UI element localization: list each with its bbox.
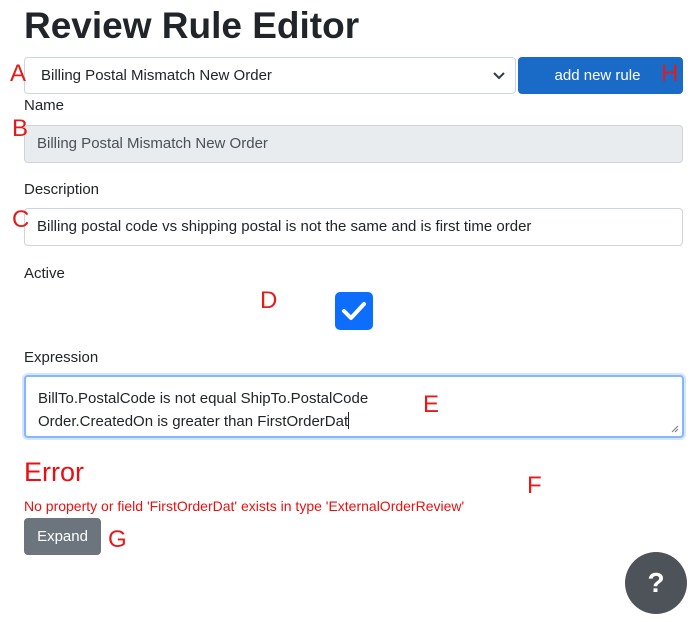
annotation-marker-g: G bbox=[108, 526, 127, 553]
rule-select[interactable]: Billing Postal Mismatch New Order bbox=[24, 57, 516, 94]
annotation-marker-d: D bbox=[260, 287, 278, 314]
annotation-marker-b: B bbox=[12, 115, 29, 142]
error-title: Error bbox=[24, 457, 84, 487]
expression-line: BillTo.PostalCode is not equal ShipTo.Po… bbox=[38, 390, 369, 407]
checkmark-icon bbox=[342, 302, 366, 320]
page-title: Review Rule Editor bbox=[24, 5, 360, 46]
annotation-marker-a: A bbox=[10, 60, 27, 87]
description-label: Description bbox=[24, 181, 100, 198]
error-message: No property or field 'FirstOrderDat' exi… bbox=[24, 498, 465, 514]
annotation-marker-f: F bbox=[527, 472, 542, 499]
active-checkbox[interactable] bbox=[335, 292, 373, 330]
annotation-marker-c: C bbox=[12, 206, 30, 233]
help-button[interactable]: ? bbox=[625, 552, 687, 614]
active-label: Active bbox=[24, 265, 65, 282]
add-new-rule-button[interactable]: add new rule bbox=[518, 57, 683, 94]
chevron-down-icon bbox=[493, 72, 505, 80]
description-field[interactable]: Billing postal code vs shipping postal i… bbox=[24, 208, 683, 246]
expression-textarea[interactable]: BillTo.PostalCode is not equal ShipTo.Po… bbox=[24, 375, 684, 438]
expression-line: Order.CreatedOn is greater than FirstOrd… bbox=[38, 413, 349, 430]
text-caret bbox=[348, 412, 350, 429]
expand-button[interactable]: Expand bbox=[24, 518, 101, 555]
annotation-marker-h: H bbox=[661, 60, 679, 87]
name-label: Name bbox=[24, 97, 65, 114]
rule-select-value: Billing Postal Mismatch New Order bbox=[41, 67, 272, 84]
annotation-marker-e: E bbox=[423, 391, 440, 418]
name-field: Billing Postal Mismatch New Order bbox=[24, 125, 683, 163]
expression-label: Expression bbox=[24, 349, 99, 366]
resize-handle-icon[interactable] bbox=[670, 424, 679, 433]
